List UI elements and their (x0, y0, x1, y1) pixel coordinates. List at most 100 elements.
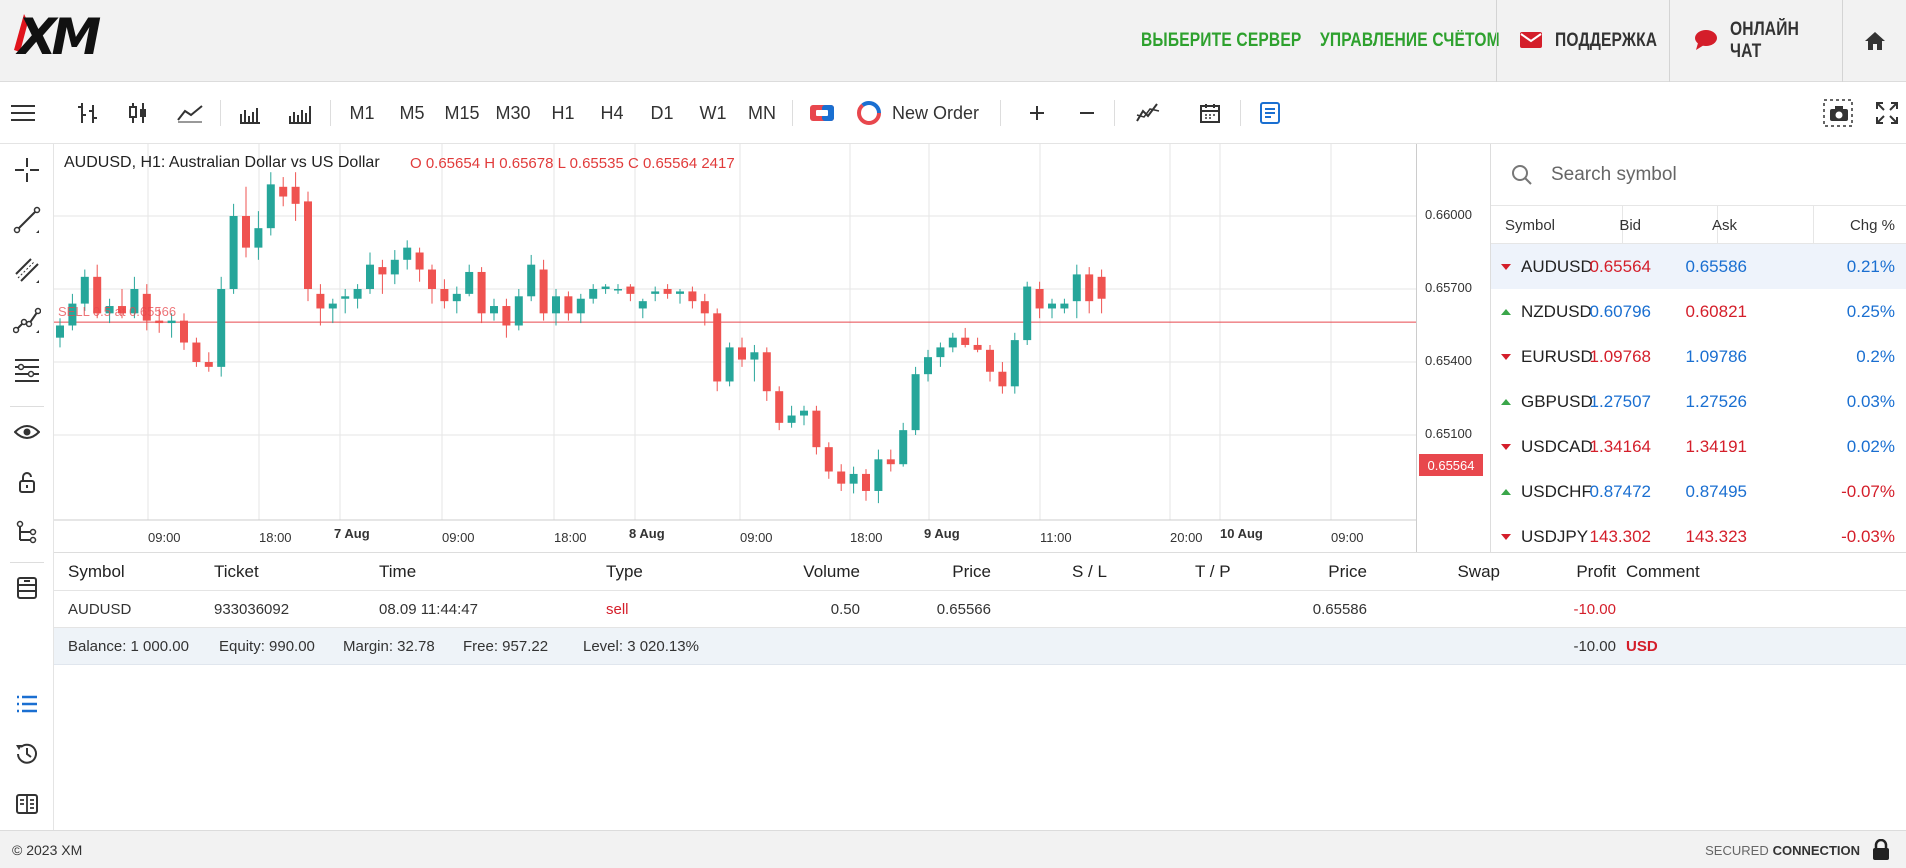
candle-body (366, 264, 374, 289)
crosshair-tool[interactable] (0, 150, 54, 190)
watch-ask: 0.65586 (1685, 256, 1747, 276)
timeframe-mn[interactable]: MN (742, 82, 782, 144)
x-tick-label: 9 Aug (924, 526, 960, 541)
line-chart-type-button[interactable] (168, 82, 212, 144)
candlestick-chart-type-button[interactable] (118, 82, 158, 144)
order-panel-toggle[interactable] (1250, 82, 1290, 144)
watchlist-row[interactable]: GBPUSD 1.27507 1.27526 0.03% (1491, 379, 1906, 424)
fibonacci-icon (15, 359, 39, 382)
candle-body (428, 269, 436, 289)
candle-body (750, 352, 759, 360)
arrow-up-icon (1501, 399, 1511, 405)
price-axis[interactable]: 0.66000 0.65700 0.65400 0.65100 0.65564 (1416, 144, 1490, 552)
tick-volume-button[interactable] (280, 82, 320, 144)
delete-drawings-button[interactable] (0, 568, 54, 608)
column-header-change[interactable]: Chg % (1850, 206, 1895, 244)
column-header-profit[interactable]: Profit (1576, 553, 1616, 590)
account-management-link[interactable]: УПРАВЛЕНИЕ СЧЁТОМ (1320, 0, 1500, 82)
candle-body (316, 293, 325, 309)
candle-body (328, 303, 337, 309)
column-header-price[interactable]: Price (952, 553, 991, 590)
xm-logo[interactable]: XM (10, 6, 140, 62)
trade-ticket: 933036092 (214, 600, 290, 618)
crosshair-icon (15, 158, 39, 182)
indicators-button[interactable] (1128, 82, 1168, 144)
object-tree-button[interactable] (0, 512, 54, 552)
column-header-type[interactable]: Type (606, 553, 643, 590)
online-chat-link[interactable]: ОНЛАЙН ЧАТ (1670, 0, 1842, 82)
watch-bid: 1.27507 (1589, 391, 1651, 411)
fullscreen-button[interactable] (1868, 82, 1906, 144)
show-hide-drawings-button[interactable] (0, 412, 54, 452)
candle-body (440, 289, 449, 302)
candle-body (998, 371, 1007, 387)
trade-tab-button[interactable] (0, 684, 54, 724)
journal-tab-button[interactable] (0, 784, 54, 824)
timeframe-h4[interactable]: H4 (592, 82, 632, 144)
candle-body (279, 186, 288, 197)
column-header-stop-loss[interactable]: S / L (1072, 553, 1107, 590)
new-order-button[interactable]: New Order (856, 82, 992, 144)
candle-body (527, 264, 536, 297)
candle-body (490, 306, 498, 314)
trade-row[interactable]: AUDUSD 933036092 08.09 11:44:47 sell 0.5… (54, 591, 1906, 628)
column-header-swap[interactable]: Swap (1457, 553, 1500, 590)
menu-button[interactable] (0, 82, 46, 144)
timeframe-h1[interactable]: H1 (543, 82, 583, 144)
timeframe-m30[interactable]: M30 (490, 82, 536, 144)
candle-body (80, 276, 89, 304)
channel-tool[interactable] (0, 250, 54, 290)
search-icon (1512, 165, 1532, 185)
watchlist-row[interactable]: NZDUSD 0.60796 0.60821 0.25% (1491, 289, 1906, 334)
zoom-in-button[interactable] (1018, 82, 1056, 144)
candle-body (564, 296, 573, 314)
column-header-volume[interactable]: Volume (803, 553, 860, 590)
watch-symbol: EURUSD (1521, 346, 1593, 366)
candle-body (403, 247, 412, 260)
column-header-bid[interactable]: Bid (1619, 206, 1641, 244)
column-header-current-price[interactable]: Price (1328, 553, 1367, 590)
candle-body (576, 298, 585, 314)
timeframe-d1[interactable]: D1 (642, 82, 682, 144)
order-line-label[interactable]: SELL 0.5 at 0.65566 (58, 304, 176, 319)
timeframe-m15[interactable]: M15 (440, 82, 484, 144)
lock-drawings-button[interactable] (0, 462, 54, 502)
trendline-tool[interactable] (0, 200, 54, 240)
column-header-symbol[interactable]: Symbol (1505, 206, 1555, 244)
watchlist-row[interactable]: AUDUSD 0.65564 0.65586 0.21% (1491, 244, 1906, 289)
candle-body (812, 410, 821, 448)
candle-body (874, 459, 883, 491)
timeframe-m1[interactable]: M1 (342, 82, 382, 144)
screenshot-button[interactable] (1818, 82, 1858, 144)
candlestick-chart[interactable] (54, 144, 1416, 552)
watchlist-row[interactable]: EURUSD 1.09768 1.09786 0.2% (1491, 334, 1906, 379)
column-header-comment[interactable]: Comment (1626, 553, 1700, 590)
column-header-ticket[interactable]: Ticket (214, 553, 259, 590)
zoom-out-button[interactable] (1068, 82, 1106, 144)
calendar-button[interactable] (1190, 82, 1230, 144)
timeframe-m5[interactable]: M5 (392, 82, 432, 144)
fibonacci-tool[interactable] (0, 350, 54, 390)
one-click-trading-button[interactable] (802, 82, 842, 144)
candle-body (204, 362, 213, 367)
select-server-link[interactable]: ВЫБЕРИТЕ СЕРВЕР (1141, 0, 1301, 82)
history-tab-button[interactable] (0, 734, 54, 774)
price-chart[interactable]: AUDUSD, H1: Australian Dollar vs US Doll… (54, 144, 1416, 552)
support-link[interactable]: ПОДДЕРЖКА (1497, 0, 1669, 82)
balance-value: Balance: 1 000.00 (68, 637, 189, 655)
home-button[interactable] (1843, 0, 1906, 82)
expand-icon (1876, 102, 1898, 124)
watchlist-row[interactable]: USDCAD 1.34164 1.34191 0.02% (1491, 424, 1906, 469)
column-header-time[interactable]: Time (379, 553, 416, 590)
symbol-search[interactable]: Search symbol (1491, 144, 1906, 206)
column-header-ask[interactable]: Ask (1712, 206, 1737, 244)
polyline-tool[interactable] (0, 300, 54, 340)
search-input[interactable]: Search symbol (1551, 164, 1677, 186)
volume-indicator-button[interactable] (230, 82, 270, 144)
bar-chart-type-button[interactable] (68, 82, 108, 144)
column-header-take-profit[interactable]: T / P (1195, 553, 1231, 590)
watchlist-row[interactable]: USDCHF 0.87472 0.87495 -0.07% (1491, 469, 1906, 514)
column-header-symbol[interactable]: Symbol (68, 553, 125, 590)
timeframe-w1[interactable]: W1 (693, 82, 733, 144)
x-tick-label: 7 Aug (334, 526, 370, 541)
